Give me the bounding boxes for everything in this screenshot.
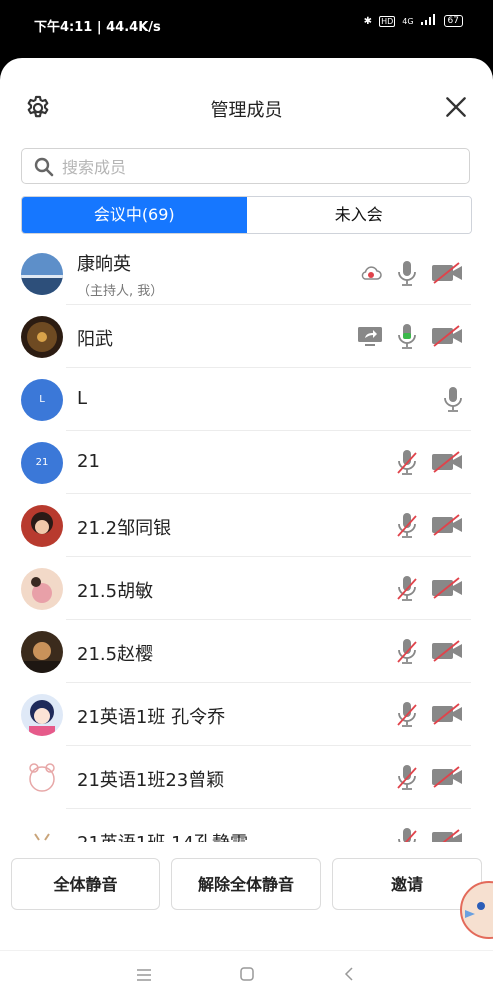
action-bar: 全体静音 解除全体静音 邀请 <box>0 844 493 914</box>
avatar <box>21 694 63 736</box>
search-icon <box>34 157 54 177</box>
sheet-header: 管理成员 <box>0 58 493 154</box>
member-name: 21.5赵樱 <box>77 644 154 665</box>
tab-not-joined[interactable]: 未入会 <box>246 197 471 233</box>
avatar-photo <box>21 757 63 799</box>
camera-off-icon[interactable] <box>431 577 463 599</box>
member-name: 阳武 <box>77 329 113 350</box>
mic-active-icon[interactable] <box>397 323 417 349</box>
mic-off-icon[interactable] <box>397 638 417 664</box>
avatar: L <box>21 379 63 421</box>
member-name: 21.5胡敏 <box>77 581 154 602</box>
member-status-icons <box>397 827 463 842</box>
mic-off-icon[interactable] <box>397 449 417 475</box>
member-name: 康晌英 <box>77 254 131 275</box>
mic-off-icon[interactable] <box>397 827 417 842</box>
home-icon[interactable] <box>240 967 254 981</box>
avatar: 21 <box>21 442 63 484</box>
camera-off-icon[interactable] <box>431 766 463 788</box>
list-item[interactable]: 阳武 <box>0 305 493 368</box>
member-name: 21英语1班 孔令乔 <box>77 707 226 728</box>
member-role: （主持人, 我） <box>77 284 164 299</box>
camera-off-icon[interactable] <box>431 451 463 473</box>
signal-icon <box>420 14 437 28</box>
list-item[interactable]: 21英语1班23曾颖 <box>0 746 493 809</box>
mic-off-icon[interactable] <box>397 512 417 538</box>
member-name: 21英语1班 14孔静雯 <box>77 829 248 842</box>
member-status-icons <box>359 260 463 286</box>
search-box[interactable] <box>21 148 470 184</box>
list-item[interactable]: 21英语1班 孔令乔 <box>0 683 493 746</box>
camera-off-icon[interactable] <box>431 262 463 284</box>
battery-icon: 67 <box>443 15 463 27</box>
camera-off-icon[interactable] <box>431 514 463 536</box>
avatar <box>21 316 63 358</box>
member-name: 21 <box>77 451 100 472</box>
system-nav-bar <box>0 950 493 1006</box>
mic-icon[interactable] <box>397 260 417 286</box>
member-status-icons <box>397 701 463 727</box>
hd-badge: HD <box>379 15 396 27</box>
member-tabs: 会议中(69) 未入会 <box>21 196 472 234</box>
avatar-photo <box>21 316 63 358</box>
member-status-icons <box>397 449 463 475</box>
member-name: L <box>77 388 88 409</box>
avatar <box>21 253 63 295</box>
mute-all-button[interactable]: 全体静音 <box>11 858 160 910</box>
status-icons: ✱ HD 4G 67 <box>364 14 463 28</box>
back-icon[interactable] <box>344 967 354 981</box>
avatar-photo <box>21 253 63 295</box>
member-status-icons <box>397 512 463 538</box>
list-item[interactable]: 21英语1班 14孔静雯 <box>0 809 493 842</box>
list-item[interactable]: 康晌英 （主持人, 我） <box>0 242 493 305</box>
mic-off-icon[interactable] <box>397 701 417 727</box>
page-title: 管理成员 <box>210 100 283 121</box>
manage-members-sheet: 管理成员 会议中(69) 未入会 康晌英 （主持人, 我） <box>0 58 493 1006</box>
avatar <box>21 568 63 610</box>
search-input[interactable] <box>60 154 454 180</box>
member-status-icons <box>397 638 463 664</box>
avatar <box>21 505 63 547</box>
screen-share-icon[interactable] <box>357 326 383 346</box>
avatar <box>21 631 63 673</box>
list-item[interactable]: 21 21 <box>0 431 493 494</box>
avatar <box>21 757 63 799</box>
camera-off-icon[interactable] <box>431 703 463 725</box>
bluetooth-icon: ✱ <box>363 15 373 27</box>
list-item[interactable]: L L <box>0 368 493 431</box>
mic-icon[interactable] <box>443 386 463 412</box>
avatar-photo <box>21 694 63 736</box>
mic-off-icon[interactable] <box>397 575 417 601</box>
list-item[interactable]: 21.5赵樱 <box>0 620 493 683</box>
tab-in-meeting[interactable]: 会议中(69) <box>22 197 247 233</box>
member-status-icons <box>357 323 463 349</box>
status-time-speed: 下午4:11 | 44.4K/s <box>34 20 161 35</box>
close-icon[interactable] <box>443 94 469 120</box>
avatar-photo <box>21 631 63 673</box>
avatar-photo <box>21 820 63 842</box>
camera-off-icon[interactable] <box>431 829 463 842</box>
record-icon[interactable] <box>359 264 383 282</box>
member-status-icons <box>397 764 463 790</box>
member-list[interactable]: 康晌英 （主持人, 我） 阳武 L L 21 21 21.2邹同银 21.5胡敏… <box>0 242 493 842</box>
signal-label: 4G <box>402 16 414 26</box>
camera-off-icon[interactable] <box>431 325 463 347</box>
avatar <box>21 820 63 842</box>
avatar-photo <box>21 568 63 610</box>
mic-off-icon[interactable] <box>397 764 417 790</box>
list-item[interactable]: 21.2邹同银 <box>0 494 493 557</box>
avatar-photo <box>21 505 63 547</box>
camera-off-icon[interactable] <box>431 640 463 662</box>
member-name: 21英语1班23曾颖 <box>77 770 225 791</box>
member-status-icons <box>443 386 463 412</box>
floating-assistant-icon[interactable] <box>459 876 493 944</box>
member-status-icons <box>397 575 463 601</box>
status-bar: 下午4:11 | 44.4K/s ✱ HD 4G 67 <box>0 0 493 50</box>
unmute-all-button[interactable]: 解除全体静音 <box>171 858 321 910</box>
member-name: 21.2邹同银 <box>77 518 172 539</box>
menu-icon[interactable] <box>137 969 151 981</box>
list-item[interactable]: 21.5胡敏 <box>0 557 493 620</box>
